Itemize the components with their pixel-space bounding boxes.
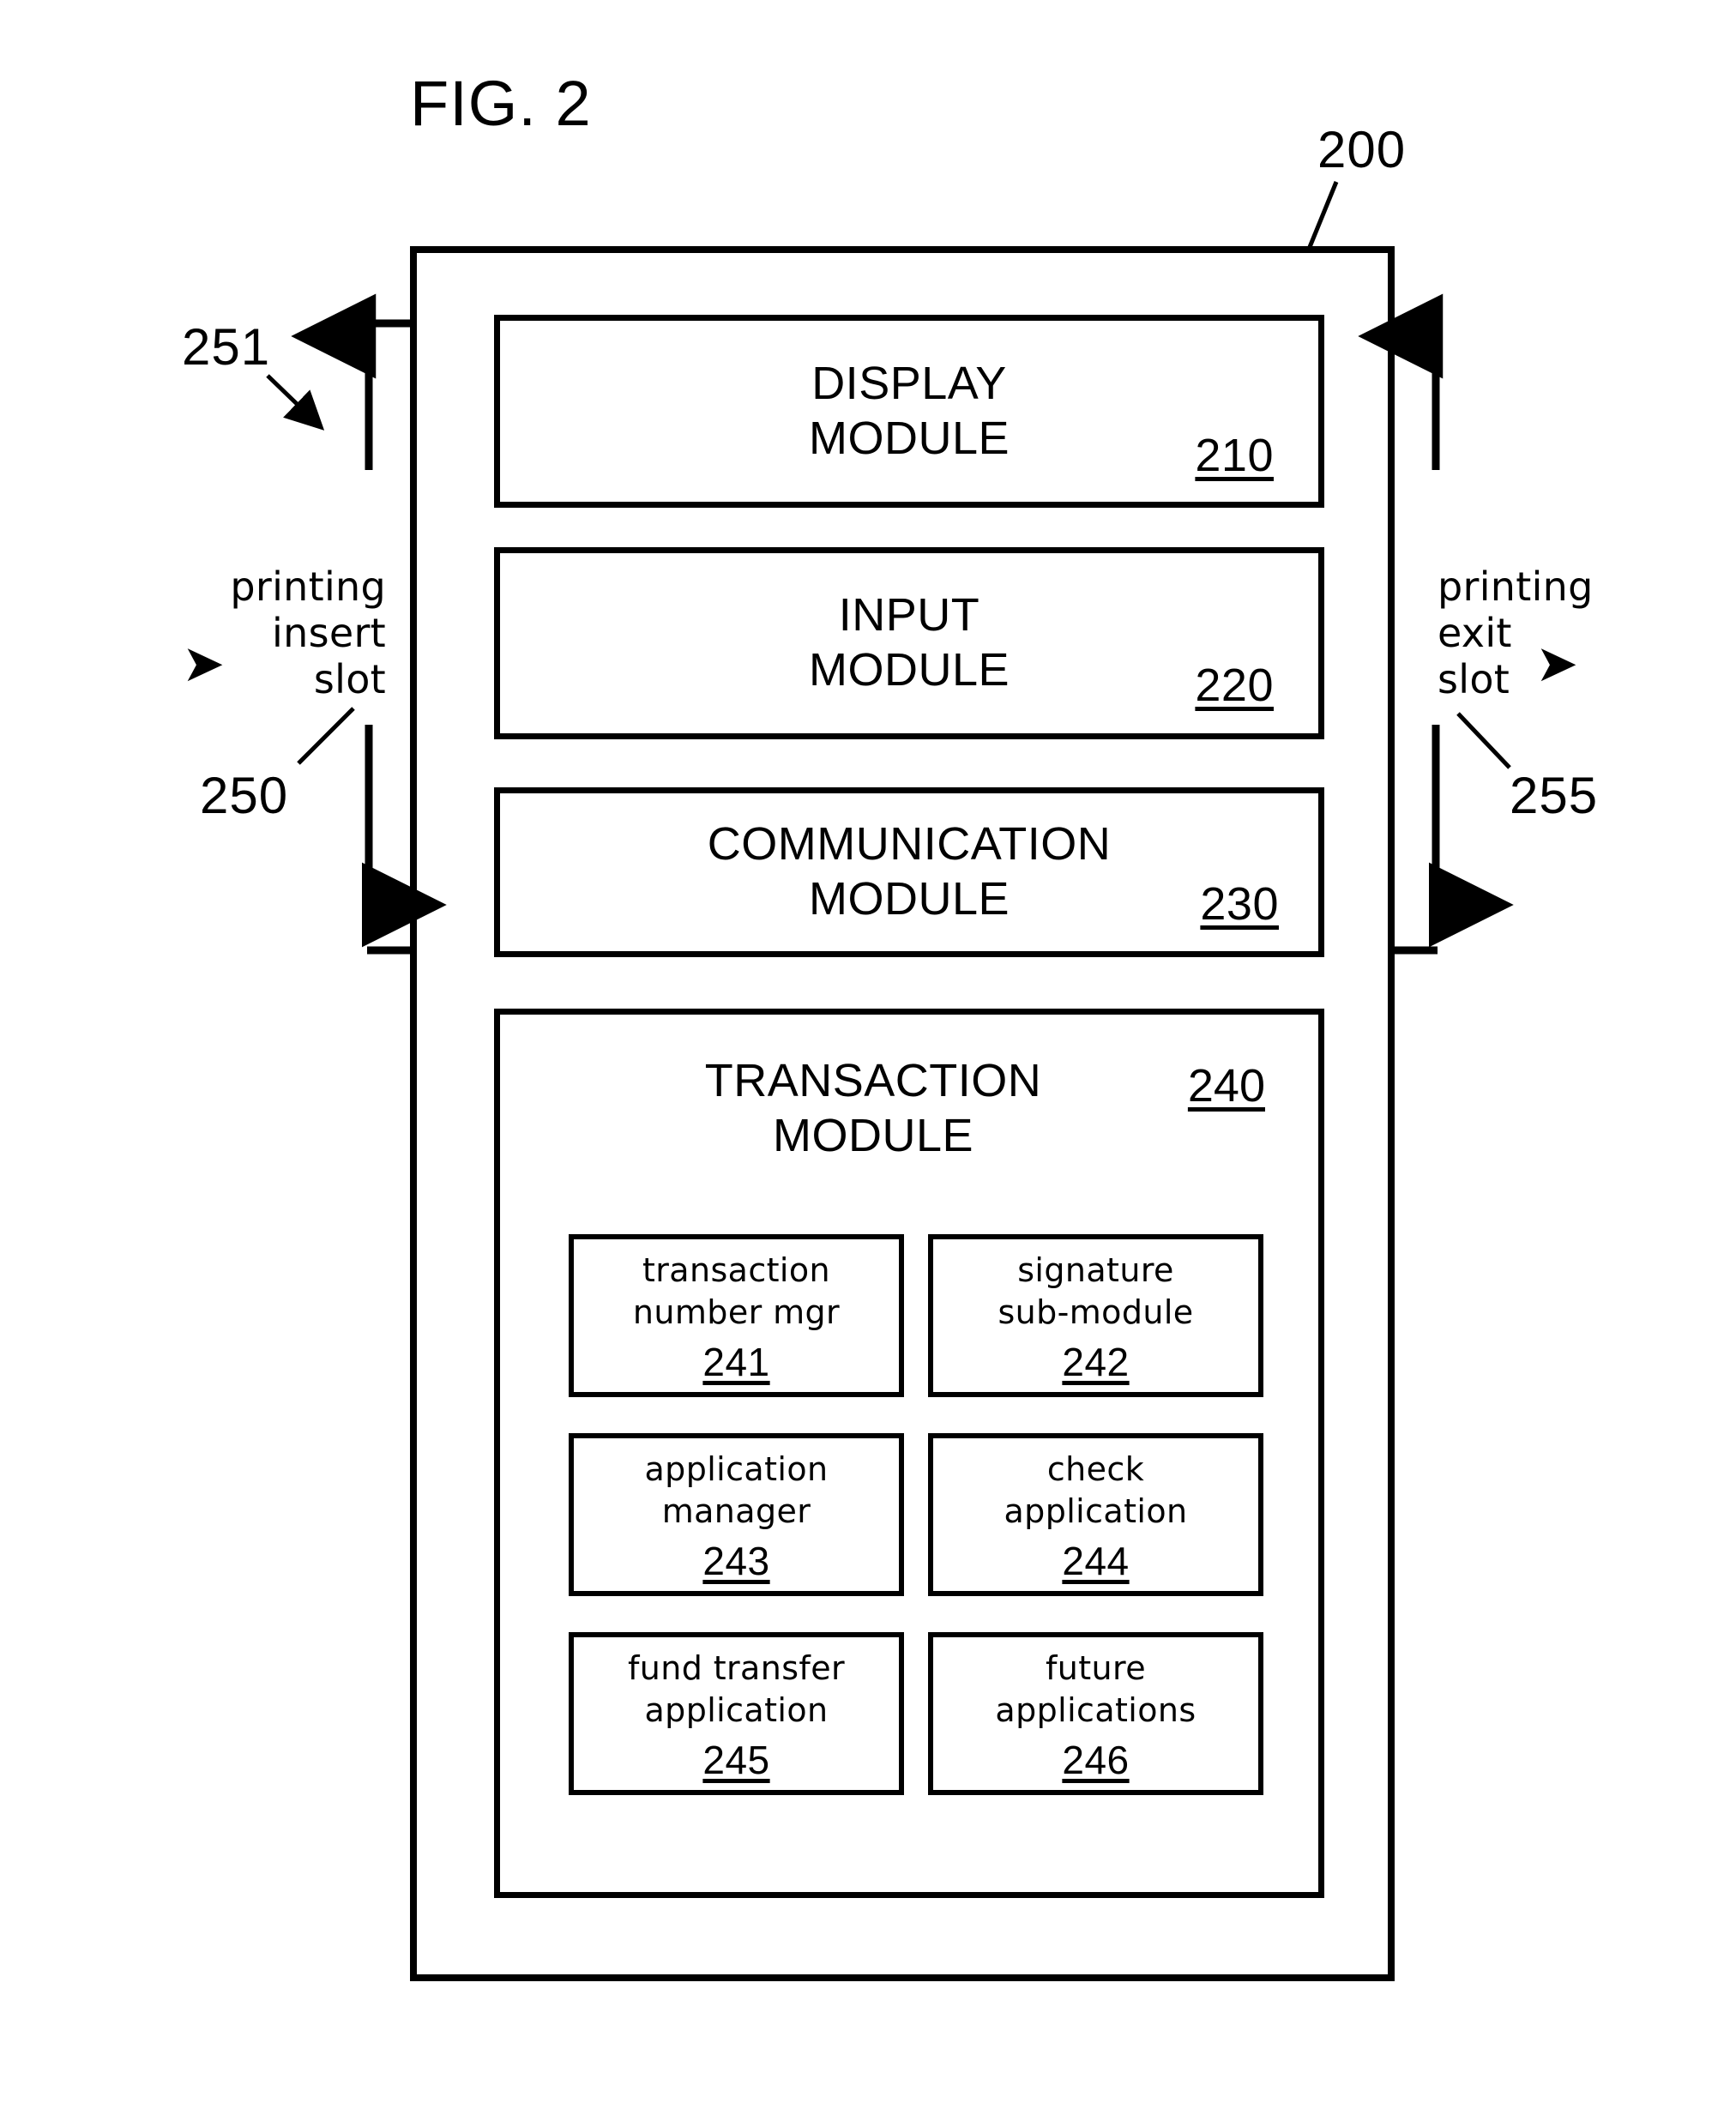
fund-transfer-application-label: fund transfer application [627,1649,846,1729]
input-module-content: INPUT MODULE 220 [500,588,1318,711]
check-application-ref: 244 [1062,1538,1130,1583]
exit-slot-span-arrow [1358,293,1514,955]
future-applications-label: future applications [995,1649,1197,1729]
reference-numeral-251: 251 [182,318,271,376]
check-application-box: check application 244 [928,1433,1263,1596]
transaction-module-header: TRANSACTION MODULE 240 [500,1054,1318,1163]
transaction-number-mgr-ref: 241 [702,1339,770,1384]
transaction-number-mgr-label: transaction number mgr [632,1251,841,1331]
leader-line-200 [1307,181,1339,248]
exit-slot-arrow-icon: ➤ [1535,634,1579,694]
communication-module-ref: 230 [1200,878,1279,931]
application-manager-label: application manager [644,1450,829,1530]
transaction-module-title: TRANSACTION MODULE [704,1055,1042,1161]
signature-sub-module-label: signature sub-module [998,1251,1194,1331]
display-module-box: DISPLAY MODULE 210 [494,315,1324,508]
fund-transfer-application-ref: 245 [702,1737,770,1782]
figure-title: FIG. 2 [410,68,592,139]
printing-insert-slot-label: printing insert slot [230,563,386,702]
input-module-ref: 220 [1195,660,1274,712]
communication-module-title: COMMUNICATION MODULE [707,818,1112,925]
fund-transfer-application-box: fund transfer application 245 [569,1632,904,1795]
leader-line-255 [1456,712,1511,769]
patent-figure: FIG. 2 200 DISPLAY MODULE 210 INPUT MODU… [0,0,1736,2109]
signature-sub-module-box: signature sub-module 242 [928,1234,1263,1397]
check-application-label: check application [1004,1450,1188,1530]
transaction-module-ref: 240 [1187,1060,1265,1112]
communication-module-content: COMMUNICATION MODULE 230 [500,817,1318,930]
input-module-title: INPUT MODULE [808,589,1010,696]
application-manager-box: application manager 243 [569,1433,904,1596]
input-module-box: INPUT MODULE 220 [494,547,1324,739]
future-applications-box: future applications 246 [928,1632,1263,1795]
display-module-ref: 210 [1195,429,1274,481]
reference-numeral-250: 250 [200,767,289,824]
display-module-title: DISPLAY MODULE [808,357,1010,464]
transaction-number-mgr-box: transaction number mgr 241 [569,1234,904,1397]
transaction-module-box: TRANSACTION MODULE 240 transaction numbe… [494,1009,1324,1898]
future-applications-ref: 246 [1062,1737,1130,1782]
insert-slot-arrow-icon: ➤ [182,634,226,694]
reference-numeral-200: 200 [1317,121,1407,178]
sub-module-grid: transaction number mgr 241 signature sub… [569,1234,1263,1795]
reference-numeral-255: 255 [1510,767,1599,824]
leader-line-250 [297,707,355,765]
display-module-content: DISPLAY MODULE 210 [500,357,1318,481]
leader-arrow-251 [266,374,325,431]
application-manager-ref: 243 [702,1538,770,1583]
signature-sub-module-ref: 242 [1062,1339,1130,1384]
communication-module-box: COMMUNICATION MODULE 230 [494,787,1324,957]
